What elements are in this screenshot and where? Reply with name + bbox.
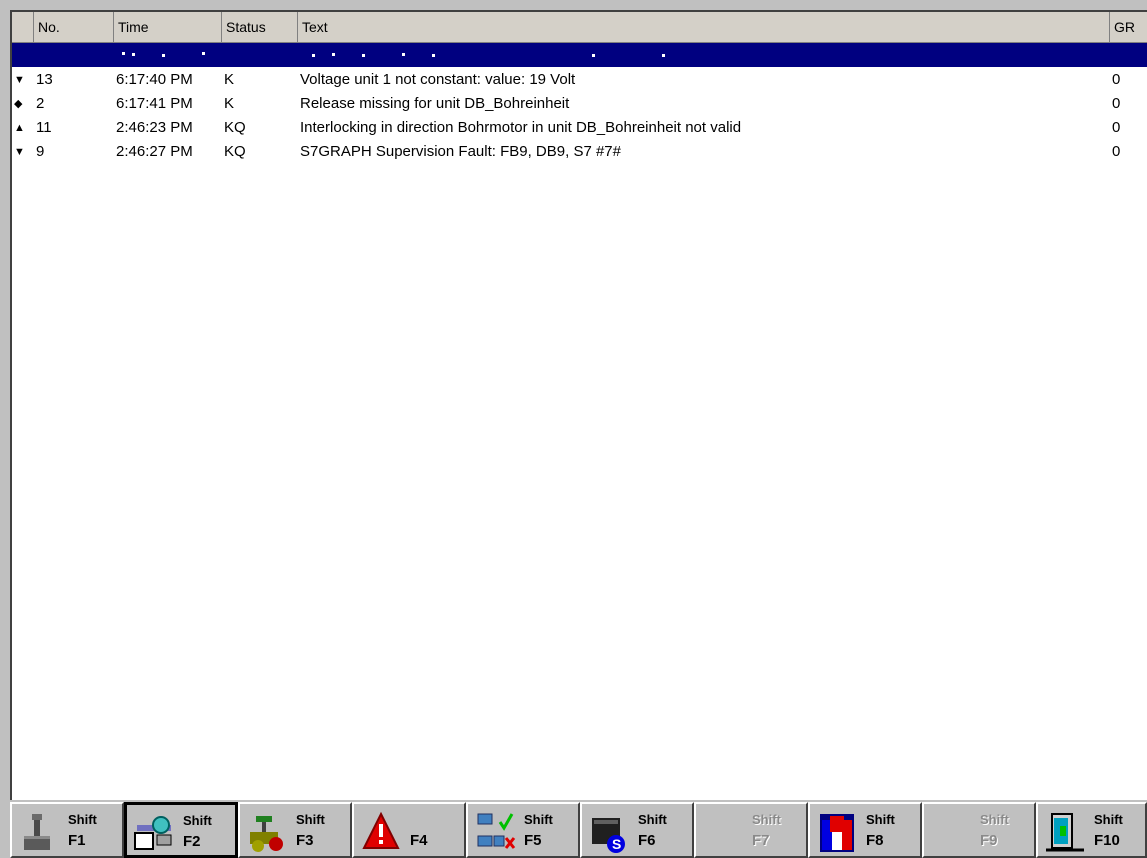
shift-label: Shift: [524, 812, 553, 827]
selection-artifact: [592, 54, 595, 57]
shift-label: Shift: [980, 812, 1009, 827]
selection-artifact: [402, 53, 405, 56]
alarm-text: Release missing for unit DB_Bohreinheit: [300, 95, 570, 112]
machine-icon: [18, 810, 60, 854]
hmi-window: No. Time Status Text GR ▼ 13 6:17:40 PM K Vo…: [0, 0, 1147, 858]
svg-text:S: S: [612, 836, 621, 852]
alarm-group: 0: [1112, 71, 1121, 88]
function-key-label: F6: [638, 832, 656, 849]
selection-artifact: [122, 52, 125, 55]
function-key-label: F4: [410, 832, 428, 849]
selection-artifact: [362, 54, 365, 57]
selection-artifact: [432, 54, 435, 57]
alarm-number: 13: [36, 71, 53, 88]
shift-label: Shift: [68, 812, 97, 827]
function-key-f3[interactable]: Shift F3: [238, 802, 352, 858]
alarm-group: 0: [1112, 119, 1121, 136]
alarm-number: 9: [36, 143, 45, 160]
alarm-time: 6:17:40 PM: [116, 71, 193, 88]
function-key-f2[interactable]: Shift F2: [124, 802, 238, 858]
alarm-number: 11: [36, 119, 52, 136]
function-key-f6[interactable]: S Shift F6: [580, 802, 694, 858]
alarm-time: 2:46:27 PM: [116, 143, 193, 160]
function-key-label: F3: [296, 832, 314, 849]
header-no[interactable]: No.: [34, 12, 114, 42]
shift-label: Shift: [296, 812, 325, 827]
alarm-group: 0: [1112, 95, 1121, 112]
shift-label: Shift: [752, 812, 781, 827]
alarm-text: Voltage unit 1 not constant: value: 19 V…: [300, 71, 576, 88]
shift-label: Shift: [1094, 812, 1123, 827]
header-time[interactable]: Time: [114, 12, 222, 42]
selection-artifact: [332, 53, 335, 56]
selection-artifact: [202, 52, 205, 55]
function-key-label: F10: [1094, 832, 1120, 849]
alarm-table[interactable]: No. Time Status Text GR ▼ 13 6:17:40 PM K Vo…: [10, 10, 1147, 800]
alarm-group: 0: [1112, 143, 1121, 160]
exit-door-icon: [1044, 810, 1086, 854]
alarm-number: 2: [36, 95, 45, 112]
selection-artifact: [162, 54, 165, 57]
function-key-f4[interactable]: F4: [352, 802, 466, 858]
s7-icon: S: [588, 810, 630, 854]
function-key-label: F5: [524, 832, 542, 849]
alarm-state-marker: ▼: [14, 146, 25, 158]
window-screen-icon: [816, 810, 858, 854]
alarm-state-marker: ◆: [14, 98, 23, 110]
function-key-f1[interactable]: Shift F1: [10, 802, 124, 858]
valve-icon: [246, 810, 288, 854]
alarm-state-marker: ▲: [14, 122, 25, 134]
table-header: No. Time Status Text GR: [12, 12, 1147, 43]
function-key-label: F2: [183, 833, 201, 850]
shift-label: Shift: [866, 812, 895, 827]
shift-label: Shift: [183, 813, 212, 828]
function-key-f5[interactable]: Shift F5: [466, 802, 580, 858]
function-key-f8[interactable]: Shift F8: [808, 802, 922, 858]
table-row[interactable]: ◆ 2 6:17:41 PM K Release missing for unit DB…: [12, 92, 1147, 116]
selection-artifact: [312, 54, 315, 57]
header-marker-column[interactable]: [12, 12, 34, 42]
header-status[interactable]: Status: [222, 12, 298, 42]
alarm-status: K: [224, 71, 235, 88]
table-row[interactable]: ▲ 11 2:46:23 PM KQ Interlocking in direction…: [12, 116, 1147, 140]
alarm-time: 2:46:23 PM: [116, 119, 193, 136]
function-key-f9[interactable]: Shift F9: [922, 802, 1036, 858]
alarm-time: 6:17:41 PM: [116, 95, 193, 112]
function-key-label: F1: [68, 832, 86, 849]
header-text[interactable]: Text: [298, 12, 1110, 42]
selection-artifact: [132, 53, 135, 56]
function-key-label: F9: [980, 832, 998, 849]
function-key-f7[interactable]: Shift F7: [694, 802, 808, 858]
table-row[interactable]: ▼ 9 2:46:27 PM KQ S7GRAPH Supervision Fault:…: [12, 140, 1147, 164]
alarm-text: S7GRAPH Supervision Fault: FB9, DB9, S7 …: [300, 143, 621, 160]
shift-label: Shift: [638, 812, 667, 827]
table-row[interactable]: ▼ 13 6:17:40 PM K Voltage unit 1 not constan…: [12, 68, 1147, 92]
alarm-status: KQ: [224, 119, 246, 136]
function-key-label: F7: [752, 832, 770, 849]
selected-row[interactable]: [12, 43, 1147, 67]
alarm-state-marker: ▼: [14, 74, 25, 86]
selection-artifact: [662, 54, 665, 57]
alarm-text: Interlocking in direction Bohrmotor in u…: [300, 119, 742, 136]
function-key-label: F8: [866, 832, 884, 849]
alarm-warning-icon: [360, 810, 402, 854]
header-gr[interactable]: GR: [1110, 12, 1147, 42]
function-key-f10[interactable]: Shift F10: [1036, 802, 1147, 858]
alarm-status: KQ: [224, 143, 246, 160]
network-status-icon: [474, 810, 516, 854]
function-key-bar: Shift F1 Shift F2 Shift F3 F4 Shift F5 S Shift F6 Sh…: [0, 800, 1147, 858]
process-view-icon: [133, 811, 175, 855]
alarm-status: K: [224, 95, 235, 112]
